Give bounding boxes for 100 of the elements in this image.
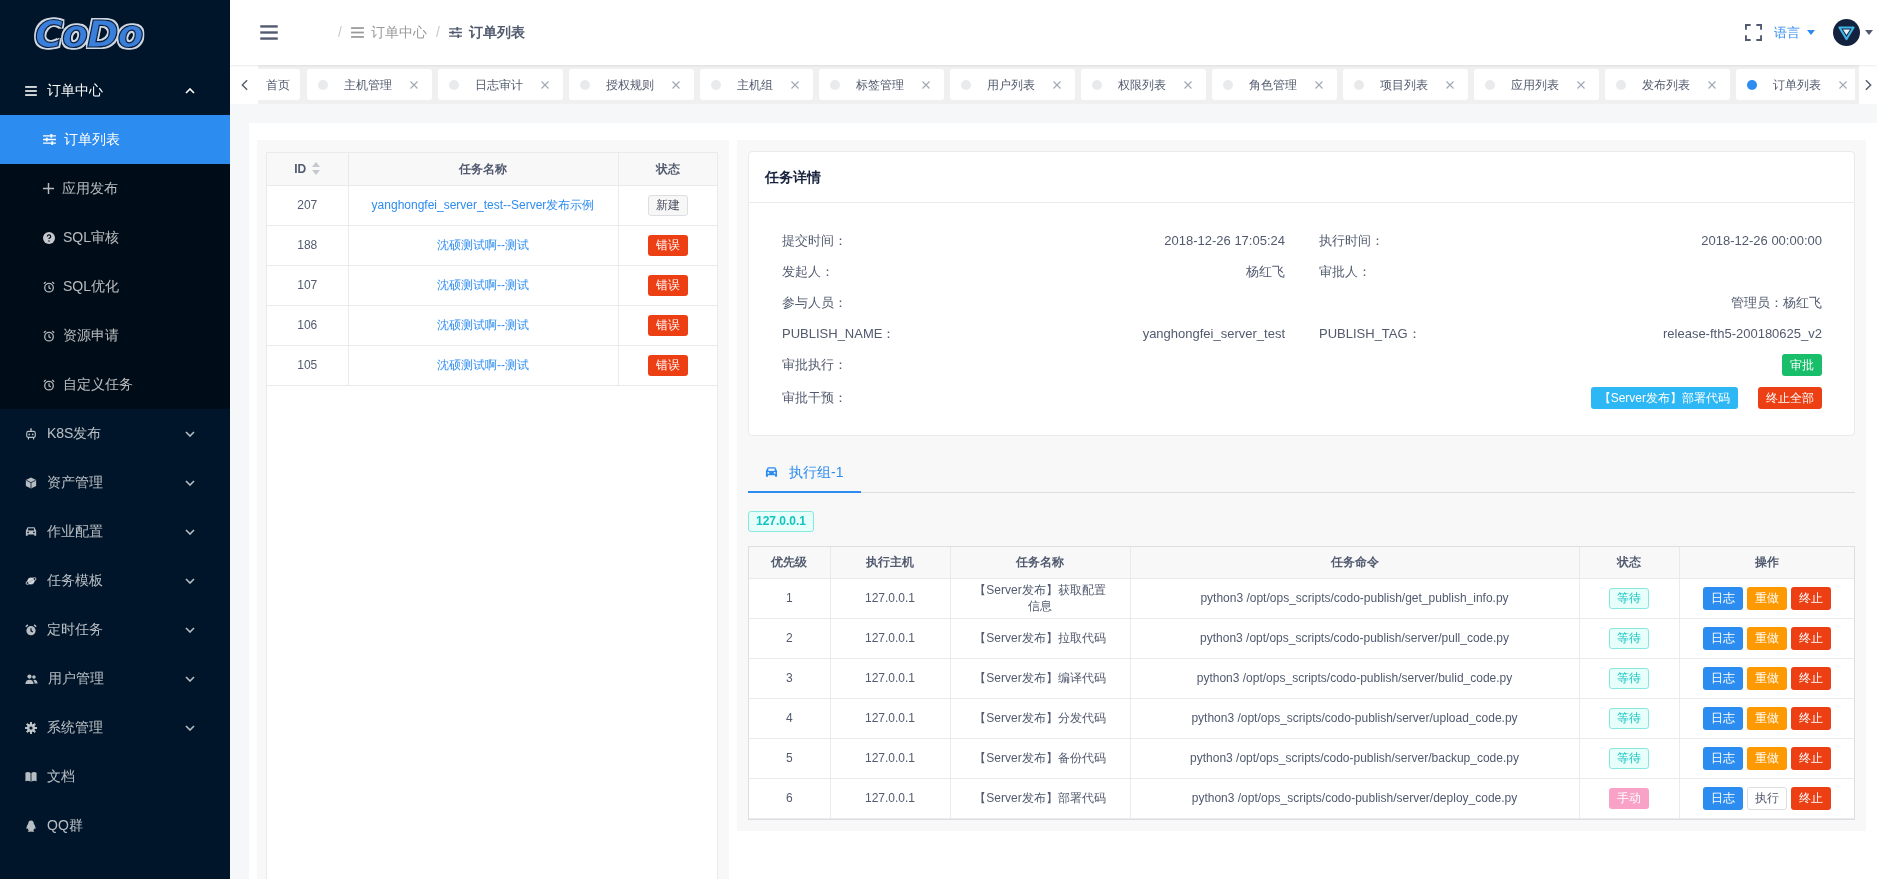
close-icon[interactable] [672, 80, 680, 89]
close-icon[interactable] [1577, 80, 1585, 89]
page-tab[interactable]: 权限列表 [1081, 69, 1206, 100]
close-icon[interactable] [1184, 80, 1192, 89]
page-tab[interactable]: 标签管理 [819, 69, 944, 100]
page-tab[interactable]: 首页 [258, 69, 300, 100]
task-name-link[interactable]: 沈硕测试啊--测试 [437, 318, 529, 332]
scroll-left-button[interactable] [230, 65, 258, 104]
card-title: 任务详情 [765, 167, 821, 187]
menu-item[interactable]: 任务模板 [0, 556, 230, 605]
page-tab[interactable]: 日志审计 [438, 69, 563, 100]
menu-item[interactable]: 系统管理 [0, 703, 230, 752]
page-tab[interactable]: 用户列表 [950, 69, 1075, 100]
caret-down-icon[interactable] [1865, 30, 1873, 35]
language-dropdown[interactable]: 语言 [1774, 22, 1815, 43]
submenu-item[interactable]: SQL审核 [0, 213, 230, 262]
menu-item[interactable]: 订单中心 [0, 66, 230, 115]
menu-item[interactable]: 资产管理 [0, 458, 230, 507]
alarm-clock-icon [43, 378, 55, 391]
page-tab[interactable]: 授权规则 [569, 69, 694, 100]
page-tab[interactable]: 角色管理 [1212, 69, 1337, 100]
field-label: 审批执行： [782, 355, 847, 374]
fullscreen-icon[interactable] [1745, 24, 1762, 41]
group-tab[interactable]: 执行组-1 [748, 453, 862, 493]
car-icon [765, 466, 778, 478]
table-cell: 127.0.0.1 [830, 658, 950, 698]
avatar-icon[interactable] [1833, 19, 1860, 46]
table-cell: 107 [267, 265, 348, 305]
status-tag: 新建 [647, 194, 688, 216]
status-tag: 等待 [1609, 707, 1649, 729]
sort-icon[interactable] [312, 161, 321, 175]
column-header[interactable]: ID [267, 153, 348, 185]
host-tag: 127.0.0.1 [748, 511, 815, 532]
scroll-right-button[interactable] [1859, 65, 1877, 104]
action-button[interactable]: 日志 [1702, 586, 1743, 610]
menu-item[interactable]: 文档 [0, 752, 230, 801]
close-icon[interactable] [410, 80, 418, 89]
menu-icon[interactable] [259, 25, 279, 40]
action-button[interactable]: 日志 [1702, 746, 1743, 770]
help-circle-icon [43, 231, 55, 244]
page-tab[interactable]: 发布列表 [1605, 69, 1730, 100]
gear-icon [25, 721, 37, 734]
chevron-left-icon [240, 78, 248, 91]
table-cell: 【Server发布】部署代码 [950, 778, 1130, 818]
action-button[interactable]: 终止 [1790, 706, 1831, 730]
menu-item[interactable]: 用户管理 [0, 654, 230, 703]
page-tab[interactable]: 订单列表 [1736, 69, 1855, 100]
submenu-item[interactable]: 自定义任务 [0, 360, 230, 409]
action-button[interactable]: 日志 [1702, 786, 1743, 810]
page-tab[interactable]: 应用列表 [1474, 69, 1599, 100]
close-icon[interactable] [922, 80, 930, 89]
chevron-down-icon [185, 479, 195, 486]
action-button[interactable]: 日志 [1702, 626, 1743, 650]
chevron-up-icon [185, 87, 195, 94]
close-icon[interactable] [541, 80, 549, 89]
menu-icon [25, 85, 37, 96]
menu-item[interactable]: QQ群 [0, 801, 230, 850]
menu-item[interactable]: 作业配置 [0, 507, 230, 556]
page-tab[interactable]: 项目列表 [1343, 69, 1468, 100]
action-button[interactable]: 终止 [1790, 786, 1831, 810]
close-icon[interactable] [1053, 80, 1061, 89]
menu-item[interactable]: K8S发布 [0, 409, 230, 458]
status-tag: 错误 [647, 354, 688, 376]
field-value: yanghongfei_server_test [1142, 324, 1285, 343]
task-name-link[interactable]: yanghongfei_server_test--Server发布示例 [371, 198, 595, 212]
breadcrumb-separator: / [435, 23, 440, 42]
page-tab[interactable]: 主机组 [700, 69, 813, 100]
close-icon[interactable] [1446, 80, 1454, 89]
action-button[interactable]: 终止 [1790, 626, 1831, 650]
task-name-link[interactable]: 沈硕测试啊--测试 [437, 278, 529, 292]
menu-item[interactable]: 定时任务 [0, 605, 230, 654]
page-tab[interactable]: 主机管理 [307, 69, 432, 100]
plus-icon [43, 183, 54, 194]
action-button[interactable]: 终止 [1790, 746, 1831, 770]
action-button[interactable]: 终止 [1790, 586, 1831, 610]
task-name-link[interactable]: 沈硕测试啊--测试 [437, 238, 529, 252]
table-cell: 127.0.0.1 [830, 738, 950, 778]
table-cell: python3 /opt/ops_scripts/codo-publish/server/pull_code.py [1130, 618, 1579, 658]
submenu-item[interactable]: 资源申请 [0, 311, 230, 360]
close-icon[interactable] [1708, 80, 1716, 89]
field-label: 提交时间： [782, 231, 847, 250]
status-dot-icon [1747, 79, 1757, 90]
close-icon[interactable] [1839, 80, 1847, 89]
submenu-item[interactable]: 订单列表 [0, 115, 230, 164]
submenu-item[interactable]: SQL优化 [0, 262, 230, 311]
column-header: 任务命令 [1130, 547, 1579, 578]
action-button[interactable]: 日志 [1702, 666, 1743, 690]
field-label: PUBLISH_TAG： [1319, 324, 1421, 343]
task-name-link[interactable]: 沈硕测试啊--测试 [437, 358, 529, 372]
action-button[interactable]: 终止 [1790, 666, 1831, 690]
close-icon[interactable] [1315, 80, 1323, 89]
close-icon[interactable] [791, 80, 799, 89]
action-button[interactable]: 终止全部 [1758, 386, 1822, 409]
table-cell: python3 /opt/ops_scripts/codo-publish/server/backup_code.py [1130, 738, 1579, 778]
field-label: 审批人： [1319, 262, 1371, 281]
chevron-down-icon [185, 675, 195, 682]
submenu-item[interactable]: 应用发布 [0, 164, 230, 213]
action-button[interactable]: 日志 [1702, 706, 1743, 730]
action-button[interactable]: 执行 [1746, 786, 1787, 810]
table-cell: 127.0.0.1 [830, 698, 950, 738]
